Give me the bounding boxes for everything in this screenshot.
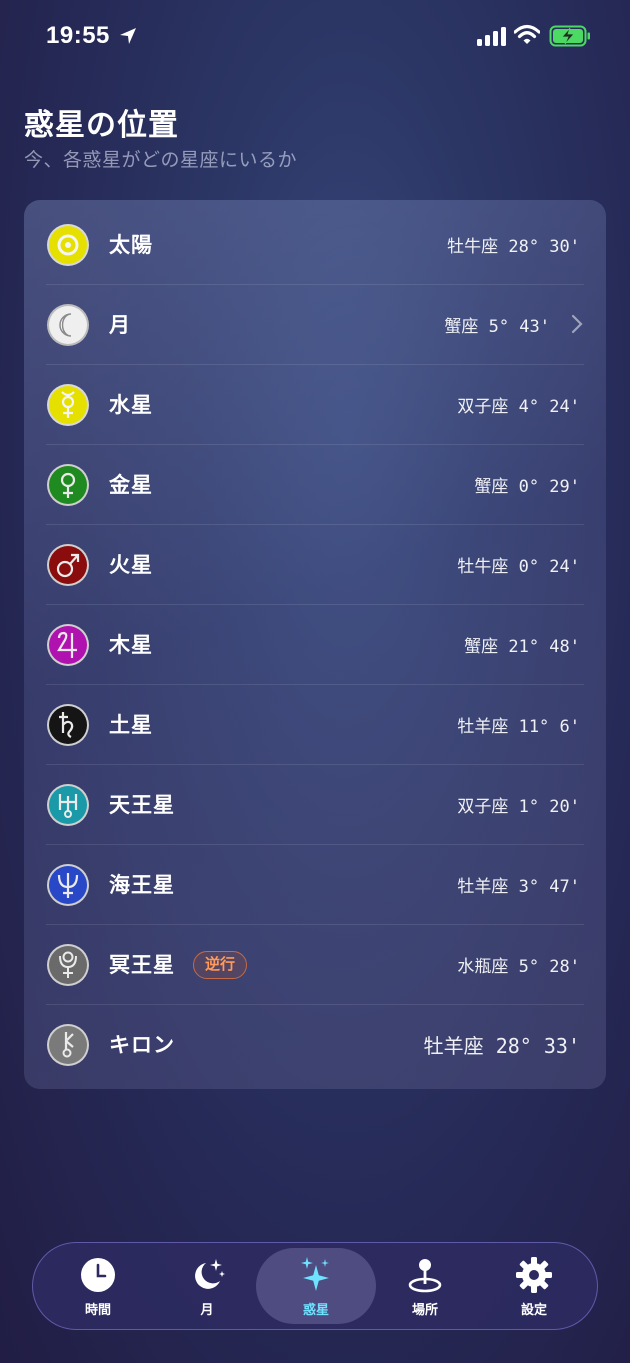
tab-bar: 時間 月 惑星 場所 設定 <box>32 1242 598 1330</box>
planet-position: 双子座 1° 20' <box>457 797 580 817</box>
planet-name: 冥王星 <box>109 953 175 977</box>
planet-name: 天王星 <box>109 793 175 817</box>
tab-moon[interactable]: 月 <box>147 1248 267 1324</box>
tab-label: 設定 <box>520 1303 547 1318</box>
uranus-icon <box>47 784 89 826</box>
planet-position: 蟹座 5° 43' <box>444 317 550 337</box>
tab-label: 惑星 <box>302 1303 329 1318</box>
tab-time[interactable]: 時間 <box>38 1248 158 1324</box>
pluto-icon <box>47 944 89 986</box>
planet-position: 牡羊座 11° 6' <box>457 717 580 737</box>
tab-label: 場所 <box>411 1303 438 1318</box>
venus-icon <box>47 464 89 506</box>
planet-name: 水星 <box>109 393 153 417</box>
planet-position: 牡牛座 0° 24' <box>457 557 580 577</box>
planet-position: 水瓶座 5° 28' <box>457 957 580 977</box>
wifi-icon <box>514 24 540 44</box>
moon-stars-icon <box>195 1259 225 1289</box>
page-title: 惑星の位置 <box>24 108 179 143</box>
planet-name: 海王星 <box>109 873 175 897</box>
tab-planets[interactable]: 惑星 <box>256 1248 376 1324</box>
sparkles-icon <box>301 1257 329 1291</box>
planet-name: 太陽 <box>109 233 153 257</box>
chevron-right-icon[interactable] <box>570 313 584 335</box>
planet-name: 木星 <box>109 633 153 657</box>
page-subtitle: 今、各惑星がどの星座にいるか <box>24 149 298 171</box>
retrograde-badge: 逆行 <box>193 951 247 979</box>
mars-icon <box>47 544 89 586</box>
status-bar: 19:55 <box>0 0 630 70</box>
saturn-icon <box>47 704 89 746</box>
planet-row-uranus[interactable]: 天王星 双子座 1° 20' <box>24 765 606 845</box>
planet-row-mars[interactable]: 火星 牡牛座 0° 24' <box>24 525 606 605</box>
planet-row-saturn[interactable]: 土星 牡羊座 11° 6' <box>24 685 606 765</box>
map-pin-icon <box>408 1259 442 1293</box>
jupiter-icon <box>47 624 89 666</box>
planet-row-chiron[interactable]: キロン 牡羊座 28° 33' <box>24 1005 606 1085</box>
planet-position: 蟹座 0° 29' <box>474 477 580 497</box>
tab-label: 時間 <box>84 1303 111 1318</box>
planet-name: 火星 <box>109 553 153 577</box>
tab-location[interactable]: 場所 <box>365 1248 485 1324</box>
planet-position: 牡羊座 3° 47' <box>457 877 580 897</box>
planet-position: 蟹座 21° 48' <box>464 637 580 657</box>
planet-row-neptune[interactable]: 海王星 牡羊座 3° 47' <box>24 845 606 925</box>
planet-position: 牡牛座 28° 30' <box>447 237 580 257</box>
tab-settings[interactable]: 設定 <box>474 1248 594 1324</box>
gear-icon <box>516 1257 552 1293</box>
clock-icon <box>81 1258 115 1292</box>
planet-name: 金星 <box>109 473 153 497</box>
battery-charging-icon <box>549 25 590 47</box>
planet-row-pluto[interactable]: 冥王星 逆行 水瓶座 5° 28' <box>24 925 606 1005</box>
planet-name: 土星 <box>109 713 153 737</box>
planet-row-venus[interactable]: 金星 蟹座 0° 29' <box>24 445 606 525</box>
neptune-icon <box>47 864 89 906</box>
planet-row-mercury[interactable]: 水星 双子座 4° 24' <box>24 365 606 445</box>
planet-position: 双子座 4° 24' <box>457 397 580 417</box>
tab-label: 月 <box>200 1303 214 1318</box>
planet-row-jupiter[interactable]: 木星 蟹座 21° 48' <box>24 605 606 685</box>
planet-row-moon[interactable]: 月 蟹座 5° 43' <box>24 285 606 365</box>
mercury-icon <box>47 384 89 426</box>
planet-name: 月 <box>109 313 131 337</box>
planet-list: 太陽 牡牛座 28° 30' 月 蟹座 5° 43' 水星 双子座 4° 24' <box>24 200 606 1089</box>
status-time: 19:55 <box>46 22 110 49</box>
cellular-signal-icon <box>477 27 506 46</box>
planet-row-sun[interactable]: 太陽 牡牛座 28° 30' <box>24 205 606 285</box>
location-arrow-icon <box>120 28 136 44</box>
moon-icon <box>47 304 89 346</box>
sun-icon <box>47 224 89 266</box>
planet-name: キロン <box>109 1033 175 1057</box>
planet-position: 牡羊座 28° 33' <box>423 1034 580 1058</box>
chiron-icon <box>47 1024 89 1066</box>
